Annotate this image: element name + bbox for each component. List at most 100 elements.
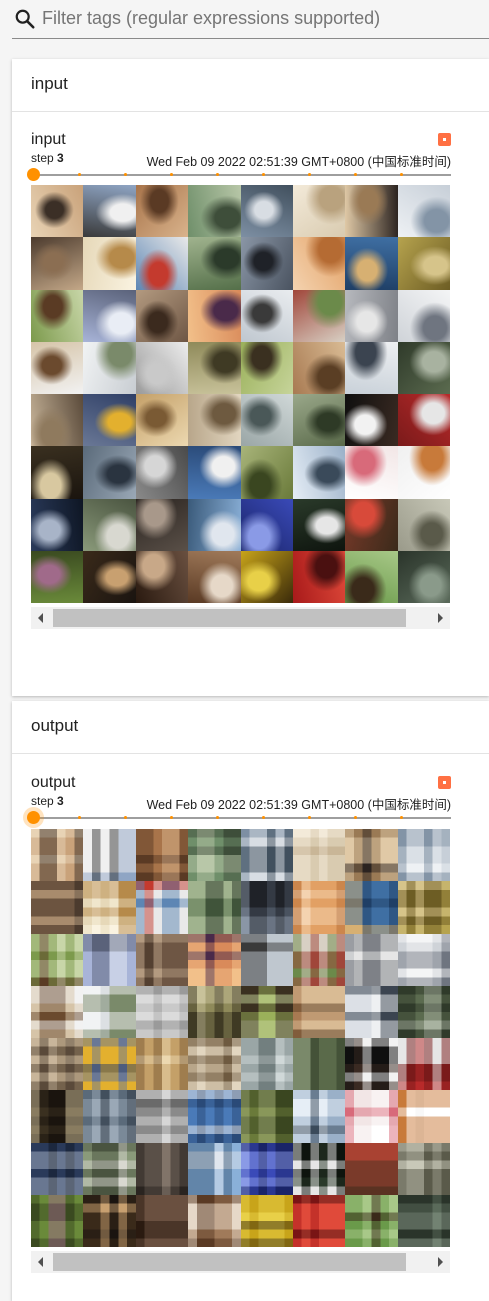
image-thumbnail	[135, 985, 189, 1038]
image-thumbnail	[240, 550, 293, 603]
image-thumbnail	[31, 289, 84, 342]
image-thumbnail	[83, 1194, 136, 1247]
image-thumbnail	[31, 341, 84, 394]
image-thumbnail	[397, 550, 450, 603]
image-thumbnail	[345, 498, 398, 551]
image-thumbnail	[397, 185, 450, 238]
expand-button[interactable]	[438, 133, 451, 146]
section-output: output output step 3 Wed Feb 09 2022 02:…	[12, 701, 489, 1301]
horizontal-scrollbar[interactable]	[31, 607, 450, 629]
image-thumbnail	[31, 1142, 84, 1195]
thumbnail-pixel-overlay	[240, 1090, 293, 1143]
image-thumbnail	[397, 237, 450, 290]
image-thumbnail	[31, 446, 84, 499]
thumbnail-pixel-overlay	[240, 1038, 293, 1091]
slider-knob[interactable]	[27, 811, 40, 824]
thumbnail-pixel-overlay	[135, 985, 189, 1038]
thumbnail-pixel-overlay	[397, 881, 450, 934]
image-thumbnail	[397, 1090, 450, 1143]
horizontal-scrollbar[interactable]	[31, 1251, 450, 1273]
image-thumbnail	[188, 394, 241, 447]
image-thumbnail	[188, 829, 241, 882]
image-thumbnail	[188, 185, 241, 238]
image-grid	[31, 185, 450, 603]
image-thumbnail	[345, 1090, 398, 1143]
thumbnail-pixel-overlay	[31, 933, 84, 986]
thumbnail-pixel-overlay	[240, 985, 293, 1038]
slider-tick	[124, 173, 127, 176]
expand-button[interactable]	[438, 776, 451, 789]
thumbnail-pixel-overlay	[31, 881, 84, 934]
image-thumbnail	[135, 446, 189, 499]
thumbnail-pixel-overlay	[292, 829, 346, 882]
image-thumbnail	[83, 498, 136, 551]
image-thumbnail	[31, 829, 84, 882]
image-thumbnail	[188, 1194, 241, 1247]
scroll-thumb[interactable]	[53, 609, 406, 627]
slider-knob[interactable]	[27, 168, 40, 181]
image-thumbnail	[345, 985, 398, 1038]
image-thumbnail	[188, 1038, 241, 1091]
thumbnail-pixel-overlay	[135, 1038, 189, 1091]
thumbnail-pixel-overlay	[397, 1090, 450, 1143]
image-thumbnail	[31, 985, 84, 1038]
search-input[interactable]	[42, 5, 482, 31]
image-thumbnail	[135, 550, 189, 603]
thumbnail-pixel-overlay	[135, 1090, 189, 1143]
image-thumbnail	[83, 881, 136, 934]
image-thumbnail	[135, 881, 189, 934]
thumbnail-pixel-overlay	[83, 1090, 136, 1143]
thumbnail-pixel-overlay	[135, 1194, 189, 1247]
thumbnail-pixel-overlay	[83, 985, 136, 1038]
image-thumbnail	[240, 498, 293, 551]
scroll-left-arrow-icon[interactable]	[31, 607, 51, 629]
scroll-right-arrow-icon[interactable]	[430, 1251, 450, 1273]
image-thumbnail	[345, 1194, 398, 1247]
thumbnail-pixel-overlay	[83, 829, 136, 882]
scroll-thumb[interactable]	[53, 1253, 406, 1271]
slider-tick	[78, 816, 81, 819]
image-thumbnail	[345, 289, 398, 342]
image-thumbnail	[292, 341, 346, 394]
image-thumbnail	[345, 933, 398, 986]
image-thumbnail	[31, 881, 84, 934]
thumbnail-pixel-overlay	[135, 933, 189, 986]
step-slider[interactable]	[27, 168, 451, 182]
step-row: step 3 Wed Feb 09 2022 02:51:39 GMT+0800…	[31, 794, 451, 812]
image-thumbnail	[83, 985, 136, 1038]
scroll-left-arrow-icon[interactable]	[31, 1251, 51, 1273]
image-thumbnail	[188, 550, 241, 603]
image-thumbnail	[240, 881, 293, 934]
image-thumbnail	[135, 341, 189, 394]
image-thumbnail	[135, 289, 189, 342]
image-thumbnail	[292, 394, 346, 447]
thumbnail-pixel-overlay	[188, 1038, 241, 1091]
thumbnail-pixel-overlay	[240, 1194, 293, 1247]
section-header[interactable]: output	[12, 701, 489, 754]
slider-tick	[78, 173, 81, 176]
thumbnail-pixel-overlay	[397, 1194, 450, 1247]
scroll-right-arrow-icon[interactable]	[430, 607, 450, 629]
search-icon	[15, 9, 35, 29]
thumbnail-pixel-overlay	[83, 1194, 136, 1247]
image-thumbnail	[188, 446, 241, 499]
step-slider[interactable]	[27, 811, 451, 825]
thumbnail-pixel-overlay	[135, 829, 189, 882]
image-thumbnail	[345, 185, 398, 238]
thumbnail-pixel-overlay	[292, 1038, 346, 1091]
thumbnail-pixel-overlay	[31, 985, 84, 1038]
image-card: output step 3 Wed Feb 09 2022 02:51:39 G…	[27, 774, 451, 1274]
section-header[interactable]: input	[12, 59, 489, 112]
thumbnail-pixel-overlay	[345, 933, 398, 986]
thumbnail-pixel-overlay	[188, 1194, 241, 1247]
thumbnail-pixel-overlay	[345, 985, 398, 1038]
image-thumbnail	[31, 237, 84, 290]
image-thumbnail	[240, 394, 293, 447]
thumbnail-pixel-overlay	[240, 881, 293, 934]
image-thumbnail	[135, 498, 189, 551]
image-thumbnail	[240, 829, 293, 882]
slider-tick	[170, 173, 173, 176]
thumbnail-pixel-overlay	[188, 881, 241, 934]
thumbnail-pixel-overlay	[345, 1090, 398, 1143]
image-grid	[31, 829, 450, 1247]
